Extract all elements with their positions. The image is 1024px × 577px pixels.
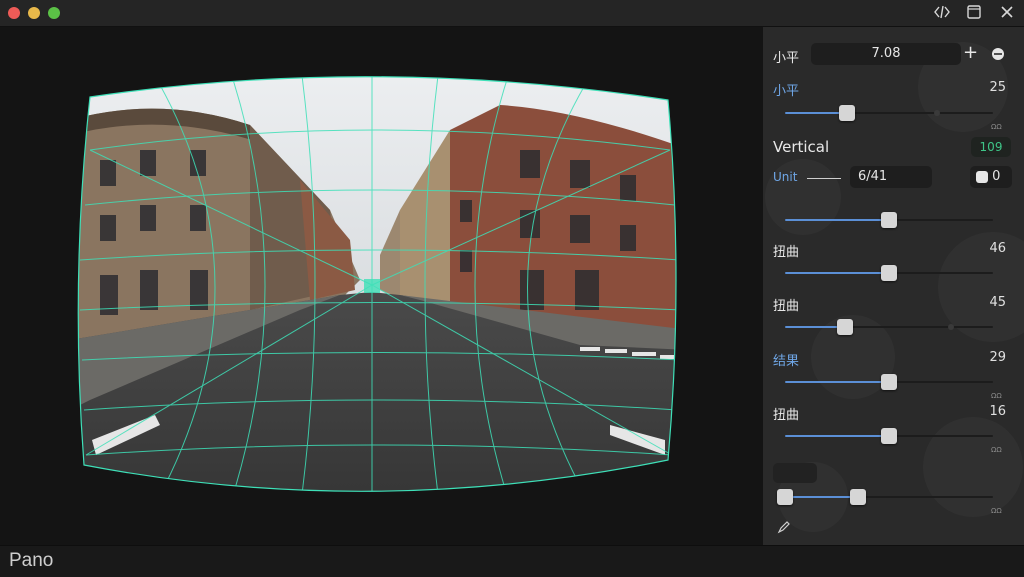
range-knob-low[interactable] [777,489,793,505]
top-value-field[interactable]: 7.08 [811,43,961,65]
slider-fill [785,272,889,274]
slider-5-value: 45 [989,295,1006,310]
slider-5-track[interactable] [785,319,993,335]
unit-field[interactable]: 6/41 [850,166,932,188]
range-fill [785,496,858,498]
slider-fill [785,326,846,328]
close-window-button[interactable] [8,7,20,19]
top-field-label: 小平 [773,51,800,66]
adjustment-panel: 小平 7.08 + 小平 25 ΩΩ Vertical 109 Unit 6/4… [763,27,1024,545]
slider-4-track[interactable] [785,265,993,281]
vertical-badge: 109 [971,137,1011,157]
unit-toggle-value: 0 [992,169,1001,184]
slider-7-value: 16 [989,404,1006,419]
slider-fill [785,381,889,383]
slider-marker [933,110,940,116]
slider-1-track[interactable] [785,105,993,121]
add-icon[interactable]: + [963,42,978,63]
slider-fill [785,435,889,437]
slider-knob[interactable] [881,212,897,228]
zoom-window-button[interactable] [48,7,60,19]
minimize-window-button[interactable] [28,7,40,19]
slider-knob[interactable] [837,319,854,335]
slider-knob[interactable] [881,374,897,390]
preset-chip[interactable] [773,463,817,483]
unit-toggle[interactable]: 0 [970,166,1012,188]
slider-fill [785,112,848,114]
slider-1-label: 小平 [773,84,800,99]
fisheye-photo [77,76,677,492]
app-name: Pano [9,550,54,571]
slider-7-label: 扭曲 [773,408,800,423]
slider-6-value: 29 [989,350,1006,365]
image-viewport[interactable] [0,27,763,545]
link-icon[interactable] [991,46,1005,65]
slider-5-label: 扭曲 [773,299,800,314]
unit-divider [807,178,841,179]
window-icon[interactable] [964,3,984,23]
range-knob-high[interactable] [849,489,866,505]
title-bar [0,0,1024,27]
slider-3-track[interactable] [785,212,993,228]
slider-6-label: 结果 [773,354,800,369]
toggle-icon [976,170,988,183]
slider-fill [785,219,889,221]
slider-7-track[interactable] [785,428,993,444]
unit-label: Unit [773,170,798,184]
slider-4-label: 扭曲 [773,245,800,260]
slider-4-value: 46 [989,241,1006,256]
slider-1-value: 25 [989,80,1006,95]
footer-bar: Pano [0,545,1024,577]
slider-knob[interactable] [881,265,897,281]
slider-1-hint: ΩΩ [991,123,1002,131]
slider-7-hint: ΩΩ [991,446,1002,454]
close-icon[interactable] [997,3,1017,23]
slider-knob[interactable] [839,105,856,121]
slider-8-track[interactable] [777,489,993,505]
slider-6-track[interactable] [785,374,993,390]
slider-8-hint: ΩΩ [991,507,1002,515]
pen-icon[interactable] [777,519,791,538]
code-icon[interactable] [932,3,952,23]
vertical-label: Vertical [773,138,830,156]
slider-6-hint: ΩΩ [991,392,1002,400]
slider-knob[interactable] [881,428,897,444]
